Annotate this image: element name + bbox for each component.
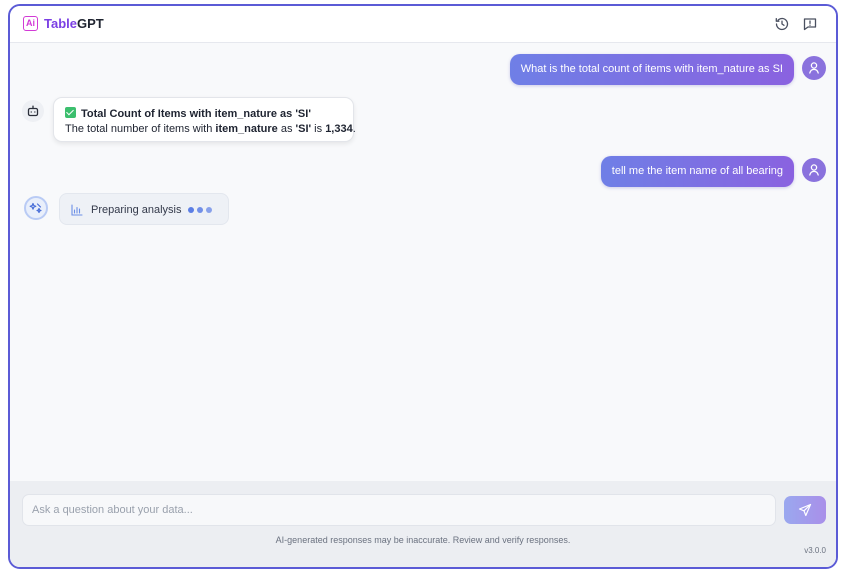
sparkle-icon	[29, 202, 42, 214]
bot-avatar	[22, 100, 44, 122]
user-avatar	[802, 56, 826, 80]
user-avatar	[802, 158, 826, 182]
app-title: TableGPT	[44, 16, 104, 31]
history-button[interactable]	[774, 16, 790, 32]
user-icon	[809, 164, 819, 176]
app-header: Ai TableGPT	[10, 6, 836, 43]
user-message: What is the total count of items with it…	[509, 54, 794, 85]
ai-logo-icon: Ai	[23, 16, 38, 31]
feedback-icon	[803, 18, 817, 31]
user-icon	[809, 62, 819, 74]
loading-dot	[206, 207, 212, 213]
loading-dot	[188, 207, 194, 213]
user-message: tell me the item name of all bearing	[600, 156, 794, 187]
history-icon	[775, 17, 789, 31]
answer-body: The total number of items with item_natu…	[65, 123, 356, 135]
chat-thread: What is the total count of items with it…	[10, 43, 836, 481]
analysis-loading-card: Preparing analysis	[59, 193, 229, 225]
version-label: v3.0.0	[804, 546, 826, 555]
question-input[interactable]	[22, 494, 776, 526]
bar-chart-icon	[71, 204, 83, 216]
bot-icon	[27, 105, 39, 117]
feedback-button[interactable]	[802, 16, 818, 32]
loading-text: Preparing analysis	[91, 204, 182, 216]
app-window: Ai TableGPT What is the total count of i…	[8, 4, 838, 569]
loading-dot	[197, 207, 203, 213]
send-icon	[798, 503, 812, 517]
composer: AI-generated responses may be inaccurate…	[10, 481, 836, 567]
assistant-message: Total Count of Items with item_nature as…	[53, 97, 356, 142]
send-button[interactable]	[784, 496, 826, 524]
answer-title: Total Count of Items with item_nature as…	[65, 107, 342, 121]
ai-disclaimer: AI-generated responses may be inaccurate…	[275, 535, 571, 545]
loading-avatar	[24, 196, 48, 220]
check-icon	[65, 107, 76, 118]
